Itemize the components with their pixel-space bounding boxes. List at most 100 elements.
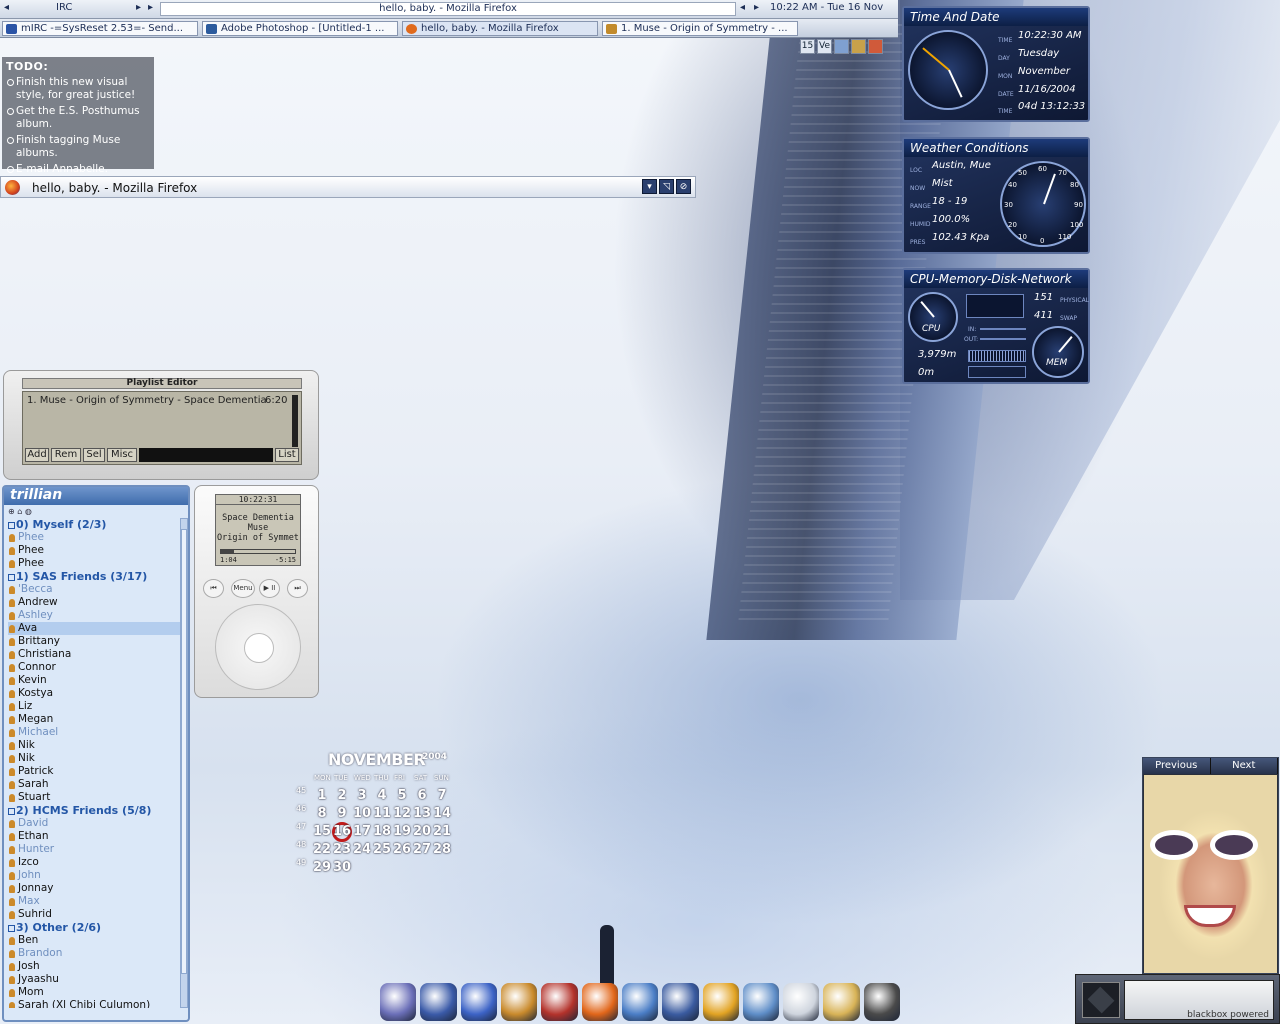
contact-item[interactable]: Hunter bbox=[8, 843, 180, 856]
calendar-day[interactable]: 7 bbox=[432, 788, 452, 803]
maximize-icon[interactable]: ◹ bbox=[659, 179, 674, 194]
scrollbar-thumb[interactable] bbox=[181, 529, 187, 974]
calendar-day[interactable]: 27 bbox=[412, 842, 432, 857]
calendar-day[interactable]: 22 bbox=[312, 842, 332, 857]
contact-item[interactable]: Megan bbox=[8, 713, 180, 726]
task-photoshop[interactable]: Adobe Photoshop - [Untitled-1 ... bbox=[202, 21, 398, 36]
task-firefox[interactable]: hello, baby. - Mozilla Firefox bbox=[402, 21, 598, 36]
contact-item[interactable]: Ava bbox=[8, 622, 180, 635]
add-contact-icon[interactable]: ⊕ bbox=[8, 507, 15, 516]
workspace-next-arrow-icon[interactable]: ▸ bbox=[136, 2, 141, 16]
contact-item[interactable]: Ashley bbox=[8, 609, 180, 622]
calendar-day[interactable]: 13 bbox=[412, 806, 432, 821]
calendar-day[interactable]: 14 bbox=[432, 806, 452, 821]
thunderbird-icon[interactable] bbox=[621, 983, 659, 1021]
calendar-day[interactable]: 24 bbox=[352, 842, 372, 857]
play-pause-button[interactable]: ▶ II bbox=[259, 579, 280, 598]
contact-item[interactable]: Christiana bbox=[8, 648, 180, 661]
contact-item[interactable]: Patrick bbox=[8, 765, 180, 778]
select-button[interactable]: Sel bbox=[83, 448, 105, 462]
contact-item[interactable]: 'Becca bbox=[8, 583, 180, 596]
contact-item[interactable]: Brandon bbox=[8, 947, 180, 960]
music-icon[interactable] bbox=[863, 983, 901, 1021]
playlist-entry[interactable]: 1. Muse - Origin of Symmetry - Space Dem… bbox=[27, 395, 267, 406]
orb-icon[interactable] bbox=[420, 983, 457, 1021]
trillian-title[interactable]: trillian bbox=[4, 487, 188, 505]
workspace-label[interactable]: IRC bbox=[56, 2, 72, 16]
eye-icon[interactable] bbox=[702, 983, 739, 1021]
contact-item[interactable]: Connor bbox=[8, 661, 180, 674]
contact-item[interactable]: Ethan bbox=[8, 830, 180, 843]
contact-item[interactable]: Phee bbox=[8, 544, 180, 557]
calendar-day[interactable]: 8 bbox=[312, 806, 332, 821]
contact-item[interactable]: Michael bbox=[8, 726, 180, 739]
center-button[interactable] bbox=[244, 633, 274, 663]
avatar-icon[interactable] bbox=[823, 983, 860, 1021]
remove-button[interactable]: Rem bbox=[51, 448, 81, 462]
contact-group[interactable]: 2) HCMS Friends (5/8) bbox=[8, 804, 180, 817]
contact-group[interactable]: 3) Other (2/6) bbox=[8, 921, 180, 934]
contact-group[interactable]: 1) SAS Friends (3/17) bbox=[8, 570, 180, 583]
calendar-day[interactable]: 9 bbox=[332, 806, 352, 821]
contact-item[interactable]: John bbox=[8, 869, 180, 882]
calendar-day[interactable]: 18 bbox=[372, 824, 392, 839]
contact-item[interactable]: Nik bbox=[8, 752, 180, 765]
contact-item[interactable]: Jyaashu bbox=[8, 973, 180, 986]
calendar-day[interactable]: 19 bbox=[392, 824, 412, 839]
tray-app-icon[interactable] bbox=[851, 39, 866, 54]
menu-button[interactable]: Menu bbox=[231, 579, 255, 598]
contact-item[interactable]: Andrew bbox=[8, 596, 180, 609]
calendar-day[interactable]: 11 bbox=[372, 806, 392, 821]
calendar-day[interactable]: 26 bbox=[392, 842, 412, 857]
list-button[interactable]: List bbox=[275, 448, 299, 462]
calendar-day[interactable]: 29 bbox=[312, 860, 332, 875]
firefox-window-titlebar[interactable]: hello, baby. - Mozilla Firefox ▾ ◹ ⊘ bbox=[0, 176, 696, 198]
task-winamp[interactable]: 1. Muse - Origin of Symmetry - ... bbox=[602, 21, 798, 36]
blackbox-cube-icon[interactable] bbox=[1082, 982, 1120, 1018]
contact-item[interactable]: Jonnay bbox=[8, 882, 180, 895]
fe-icon[interactable] bbox=[541, 983, 578, 1021]
tools-icon[interactable] bbox=[742, 983, 780, 1021]
collapse-toggle-icon[interactable] bbox=[8, 573, 15, 581]
click-wheel[interactable] bbox=[215, 604, 301, 690]
active-window-title[interactable]: hello, baby. - Mozilla Firefox bbox=[160, 2, 736, 16]
close-icon[interactable]: ⊘ bbox=[676, 179, 691, 194]
tray-ve-icon[interactable]: Ve bbox=[817, 39, 832, 54]
calendar-day[interactable]: 4 bbox=[372, 788, 392, 803]
bunny-icon[interactable] bbox=[500, 983, 538, 1021]
contact-item[interactable]: Kevin bbox=[8, 674, 180, 687]
connection-icon[interactable]: ◍ bbox=[25, 507, 32, 516]
contact-item[interactable]: Stuart bbox=[8, 791, 180, 804]
contact-item[interactable]: David bbox=[8, 817, 180, 830]
contact-group[interactable]: 0) Myself (2/3) bbox=[8, 518, 180, 531]
tray-calendar-icon[interactable]: 15 bbox=[800, 39, 815, 54]
calendar-day[interactable]: 15 bbox=[312, 824, 332, 839]
contact-item[interactable]: Brittany bbox=[8, 635, 180, 648]
contact-item[interactable]: Sarah (Xl Chibi Culumon) bbox=[8, 999, 180, 1008]
window-prev-arrow-icon[interactable]: ◂ bbox=[740, 2, 745, 16]
home-icon[interactable] bbox=[380, 983, 417, 1021]
workspace-prev-arrow-icon[interactable]: ◂ bbox=[4, 2, 9, 16]
calendar-today[interactable]: 16 bbox=[332, 824, 352, 839]
contact-item[interactable]: Kostya bbox=[8, 687, 180, 700]
calendar-day[interactable]: 1 bbox=[312, 788, 332, 803]
calendar-day[interactable]: 10 bbox=[352, 806, 372, 821]
playlist-title[interactable]: Playlist Editor bbox=[22, 378, 302, 389]
trash-icon[interactable] bbox=[783, 983, 820, 1021]
previous-photo-button[interactable]: Previous bbox=[1143, 758, 1211, 774]
calendar-day[interactable]: 5 bbox=[392, 788, 412, 803]
previous-track-button[interactable]: ⏮ bbox=[203, 579, 224, 598]
workspace-next2-arrow-icon[interactable]: ▸ bbox=[148, 2, 153, 16]
calendar-day[interactable]: 23 bbox=[332, 842, 352, 857]
firefox-icon[interactable] bbox=[581, 983, 618, 1021]
tray-network-icon[interactable] bbox=[834, 39, 849, 54]
contact-item[interactable]: Nik bbox=[8, 739, 180, 752]
contact-item[interactable]: Liz bbox=[8, 700, 180, 713]
contact-item[interactable]: Phee bbox=[8, 531, 180, 544]
ipod-progress-bar[interactable] bbox=[220, 549, 296, 554]
calendar-day[interactable]: 25 bbox=[372, 842, 392, 857]
next-track-button[interactable]: ⏭ bbox=[287, 579, 308, 598]
calendar-day[interactable]: 21 bbox=[432, 824, 452, 839]
collapse-toggle-icon[interactable] bbox=[8, 521, 15, 529]
contact-item[interactable]: Phee bbox=[8, 557, 180, 570]
